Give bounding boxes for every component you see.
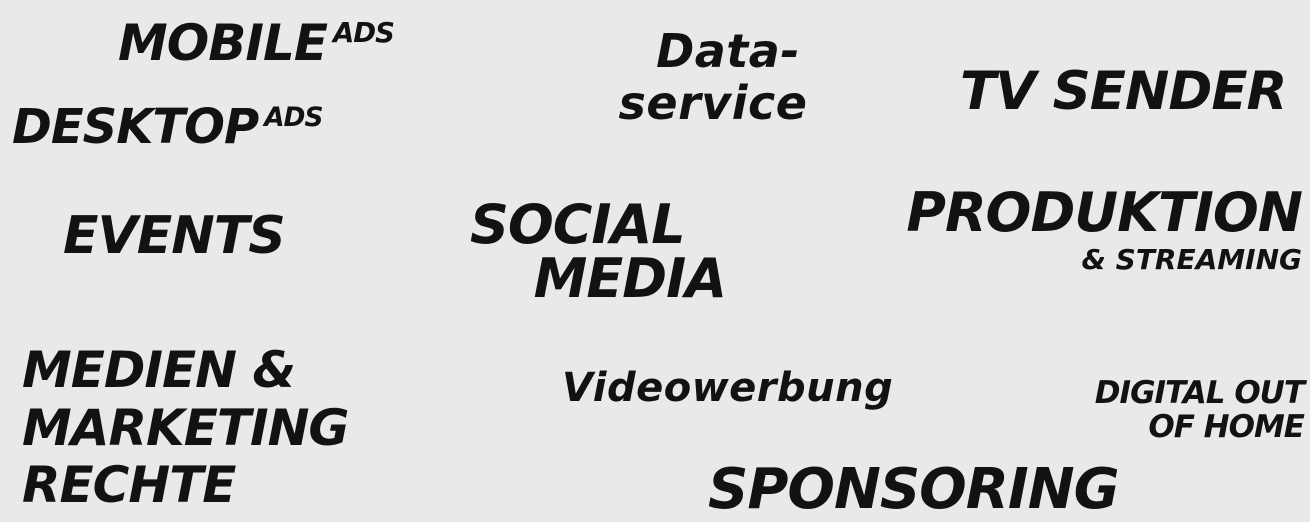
digital-out-of-home-line-1: DIGITAL OUT — [1094, 375, 1305, 411]
dataservice-label: Data- service — [608, 28, 818, 126]
produktion-sub: & STREAMING — [1081, 243, 1303, 276]
desktop-ads-label: DESKTOP ADS — [12, 102, 323, 151]
medien-marketing-line-2: MARKETING — [22, 398, 349, 457]
dataservice-line-1: Data- — [656, 24, 800, 78]
medien-marketing-rechte-label: MEDIEN & MARKETING RECHTE — [22, 341, 349, 515]
desktop-ads-suffix: ADS — [264, 102, 323, 133]
events-text: EVENTS — [63, 206, 286, 266]
sponsoring-label: SPONSORING — [708, 462, 1120, 518]
produktion-main: PRODUKTION — [906, 181, 1303, 244]
dataservice-line-2: service — [618, 76, 808, 130]
tv-sender-label: TV SENDER — [960, 65, 1287, 118]
medien-marketing-line-1: MEDIEN & — [22, 341, 296, 399]
tv-sender-text: TV SENDER — [960, 61, 1287, 122]
social-media-line-1: SOCIAL — [470, 193, 686, 256]
sponsoring-text: SPONSORING — [708, 457, 1120, 522]
mobile-ads-suffix: ADS — [333, 17, 395, 49]
mobile-ads-main: MOBILE — [118, 14, 328, 72]
social-media-line-2: MEDIA — [533, 247, 727, 310]
medien-marketing-line-3: RECHTE — [22, 456, 236, 514]
mobile-ads-label: MOBILE ADS — [118, 17, 395, 68]
videowerbung-text: Videowerbung — [562, 365, 894, 411]
videowerbung-label: Videowerbung — [562, 368, 893, 408]
events-label: EVENTS — [63, 210, 286, 262]
produktion-streaming-label: PRODUKTION & STREAMING — [872, 181, 1303, 276]
digital-out-of-home-line-2: OF HOME — [1148, 409, 1305, 446]
desktop-ads-main: DESKTOP — [12, 99, 259, 155]
digital-out-of-home-label: DIGITAL OUT OF HOME — [1040, 375, 1305, 446]
social-media-label: SOCIAL MEDIA — [470, 193, 727, 310]
